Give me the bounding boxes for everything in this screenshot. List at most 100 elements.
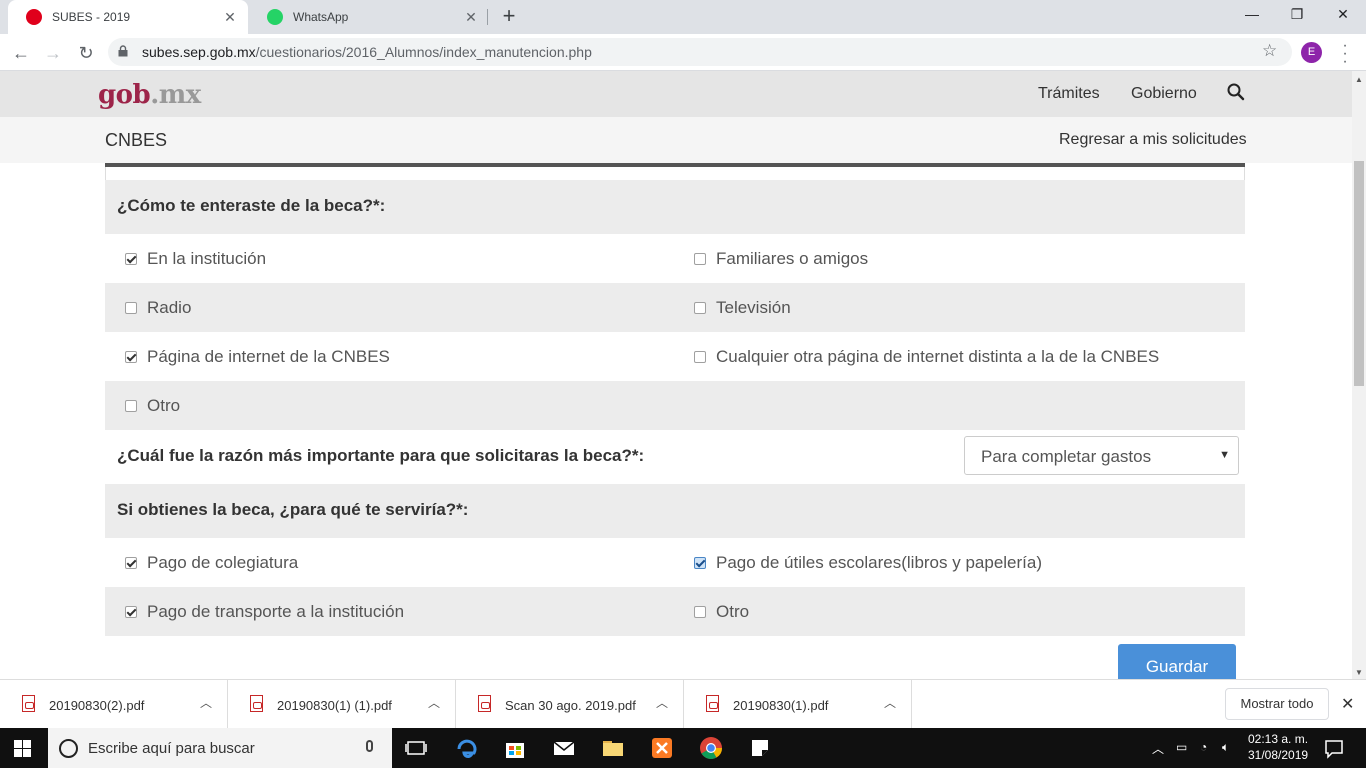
checkbox-checked[interactable]: [125, 350, 137, 363]
tab-divider: [487, 9, 488, 25]
close-window-button[interactable]: ✕: [1320, 0, 1366, 30]
panel-spacer: [105, 167, 1245, 181]
new-tab-button[interactable]: +: [497, 5, 521, 29]
checkbox-checked[interactable]: [125, 605, 137, 618]
checkbox-checked-focused[interactable]: [694, 556, 706, 569]
reload-icon[interactable]: ↻: [73, 40, 99, 66]
download-item[interactable]: Scan 30 ago. 2019.pdf ︿: [456, 680, 684, 729]
option-pago-colegiatura[interactable]: Pago de colegiatura: [125, 538, 298, 587]
option-pago-utiles[interactable]: Pago de útiles escolares(libros y papele…: [694, 538, 1042, 587]
scroll-up-icon[interactable]: ▲: [1355, 75, 1363, 84]
checkbox-checked[interactable]: [125, 252, 137, 265]
nav-link-gobierno[interactable]: Gobierno: [1131, 85, 1197, 103]
browser-menu-icon[interactable]: · · ·: [1340, 38, 1350, 70]
mail-icon[interactable]: [552, 736, 576, 760]
microphone-icon[interactable]: [366, 740, 373, 752]
option-row: Radio Televisión: [105, 283, 1245, 332]
maximize-window-button[interactable]: ❐: [1274, 0, 1320, 30]
xampp-icon[interactable]: [650, 736, 674, 760]
page-scrollbar[interactable]: ▲ ▼: [1352, 71, 1366, 679]
show-hidden-icons-icon[interactable]: ︿: [1152, 740, 1164, 757]
download-filename: 20190830(1) (1).pdf: [277, 698, 392, 713]
option-pago-transporte[interactable]: Pago de transporte a la institución: [125, 587, 404, 636]
edge-browser-icon[interactable]: [455, 736, 479, 760]
back-arrow-icon[interactable]: ←: [8, 40, 34, 66]
system-clock[interactable]: 02:13 a. m. 31/08/2019: [1248, 731, 1308, 763]
checkbox-checked[interactable]: [125, 556, 137, 569]
windows-taskbar: Escribe aquí para buscar ︿ ▭ ◔ 🔈︎ 02:13 …: [0, 728, 1366, 768]
checkbox[interactable]: [694, 605, 706, 618]
file-explorer-icon[interactable]: [601, 736, 625, 760]
select-value: Para completar gastos: [981, 447, 1152, 466]
chevron-up-icon[interactable]: ︿: [884, 694, 896, 711]
download-filename: 20190830(1).pdf: [733, 698, 829, 713]
option-label: Pago de útiles escolares(libros y papele…: [716, 552, 1043, 572]
profile-avatar[interactable]: E: [1301, 42, 1322, 63]
reason-select[interactable]: Para completar gastos ▼: [964, 436, 1239, 475]
checkbox[interactable]: [694, 252, 706, 265]
back-to-requests-link[interactable]: Regresar a mis solicitudes: [1059, 131, 1247, 149]
tab-whatsapp[interactable]: WhatsApp ✕: [249, 0, 489, 34]
action-center-icon[interactable]: [1322, 736, 1346, 760]
download-item[interactable]: 20190830(1).pdf ︿: [684, 680, 912, 729]
option-otro-uso[interactable]: Otro: [694, 587, 749, 636]
save-button[interactable]: Guardar: [1118, 644, 1236, 679]
option-row: En la institución Familiares o amigos: [105, 234, 1245, 283]
chrome-icon[interactable]: [699, 736, 723, 760]
tab-subes[interactable]: SUBES - 2019 ✕: [8, 0, 248, 34]
download-item[interactable]: 20190830(1) (1).pdf ︿: [228, 680, 456, 729]
windows-start-icon[interactable]: [14, 740, 31, 757]
cnbes-subheader: CNBES Regresar a mis solicitudes: [0, 117, 1352, 163]
subes-favicon-icon: [26, 9, 42, 25]
download-item[interactable]: 20190830(2).pdf ︿: [0, 680, 228, 729]
minimize-window-button[interactable]: —: [1229, 0, 1275, 30]
checkbox[interactable]: [125, 399, 137, 412]
question-title: Si obtienes la beca, ¿para qué te servir…: [117, 500, 469, 519]
question-select-row: ¿Cuál fue la razón más importante para q…: [105, 430, 1245, 484]
chevron-up-icon[interactable]: ︿: [656, 694, 668, 711]
checkbox[interactable]: [694, 301, 706, 314]
option-familiares-o-amigos[interactable]: Familiares o amigos: [694, 234, 868, 283]
close-tab-icon[interactable]: ✕: [463, 9, 479, 26]
address-bar[interactable]: subes.sep.gob.mx/cuestionarios/2016_Alum…: [108, 38, 1292, 66]
option-radio[interactable]: Radio: [125, 283, 191, 332]
taskbar-search-box[interactable]: Escribe aquí para buscar: [48, 728, 392, 768]
option-television[interactable]: Televisión: [694, 283, 791, 332]
pdf-file-icon: [706, 695, 719, 712]
close-tab-icon[interactable]: ✕: [222, 9, 238, 26]
option-label: Televisión: [716, 297, 791, 317]
option-en-la-institucion[interactable]: En la institución: [125, 234, 266, 283]
bookmark-star-icon[interactable]: ☆: [1262, 41, 1277, 61]
scrollbar-thumb[interactable]: [1354, 161, 1364, 386]
show-all-downloads-button[interactable]: Mostrar todo: [1225, 688, 1329, 720]
chevron-up-icon[interactable]: ︿: [428, 694, 440, 711]
clock-time: 02:13 a. m.: [1248, 732, 1309, 746]
question-title: ¿Cuál fue la razón más importante para q…: [117, 446, 645, 465]
nav-link-tramites[interactable]: Trámites: [1038, 85, 1100, 103]
sticky-notes-icon[interactable]: [748, 736, 772, 760]
scroll-down-icon[interactable]: ▼: [1355, 668, 1363, 677]
wifi-icon[interactable]: ◔: [1200, 740, 1207, 754]
close-shelf-icon[interactable]: ✕: [1341, 694, 1354, 714]
option-pagina-cnbes[interactable]: Página de internet de la CNBES: [125, 332, 390, 381]
forward-arrow-icon[interactable]: →: [40, 40, 66, 66]
brand-title[interactable]: CNBES: [105, 130, 167, 151]
lock-icon: [118, 45, 128, 57]
checkbox[interactable]: [694, 350, 706, 363]
browser-toolbar: ← → ↻ subes.sep.gob.mx/cuestionarios/201…: [0, 34, 1366, 71]
option-row: Pago de transporte a la institución Otro: [105, 587, 1245, 636]
browser-tab-strip: SUBES - 2019 ✕ WhatsApp ✕ + — ❐ ✕: [0, 0, 1366, 34]
option-otra-pagina[interactable]: Cualquier otra página de internet distin…: [694, 332, 1159, 381]
option-otro[interactable]: Otro: [125, 381, 180, 430]
gob-mx-logo[interactable]: gob.mx: [98, 80, 201, 110]
page-viewport: gob.mx Trámites Gobierno CNBES Regresar …: [0, 71, 1352, 679]
battery-icon[interactable]: ▭: [1176, 740, 1187, 754]
checkbox[interactable]: [125, 301, 137, 314]
store-icon[interactable]: [503, 736, 527, 760]
volume-icon[interactable]: 🔈︎: [1222, 740, 1229, 755]
chevron-up-icon[interactable]: ︿: [200, 694, 212, 711]
option-label: Página de internet de la CNBES: [147, 346, 390, 366]
search-icon[interactable]: [1226, 82, 1246, 102]
whatsapp-favicon-icon: [267, 9, 283, 25]
task-view-icon[interactable]: [404, 736, 428, 760]
